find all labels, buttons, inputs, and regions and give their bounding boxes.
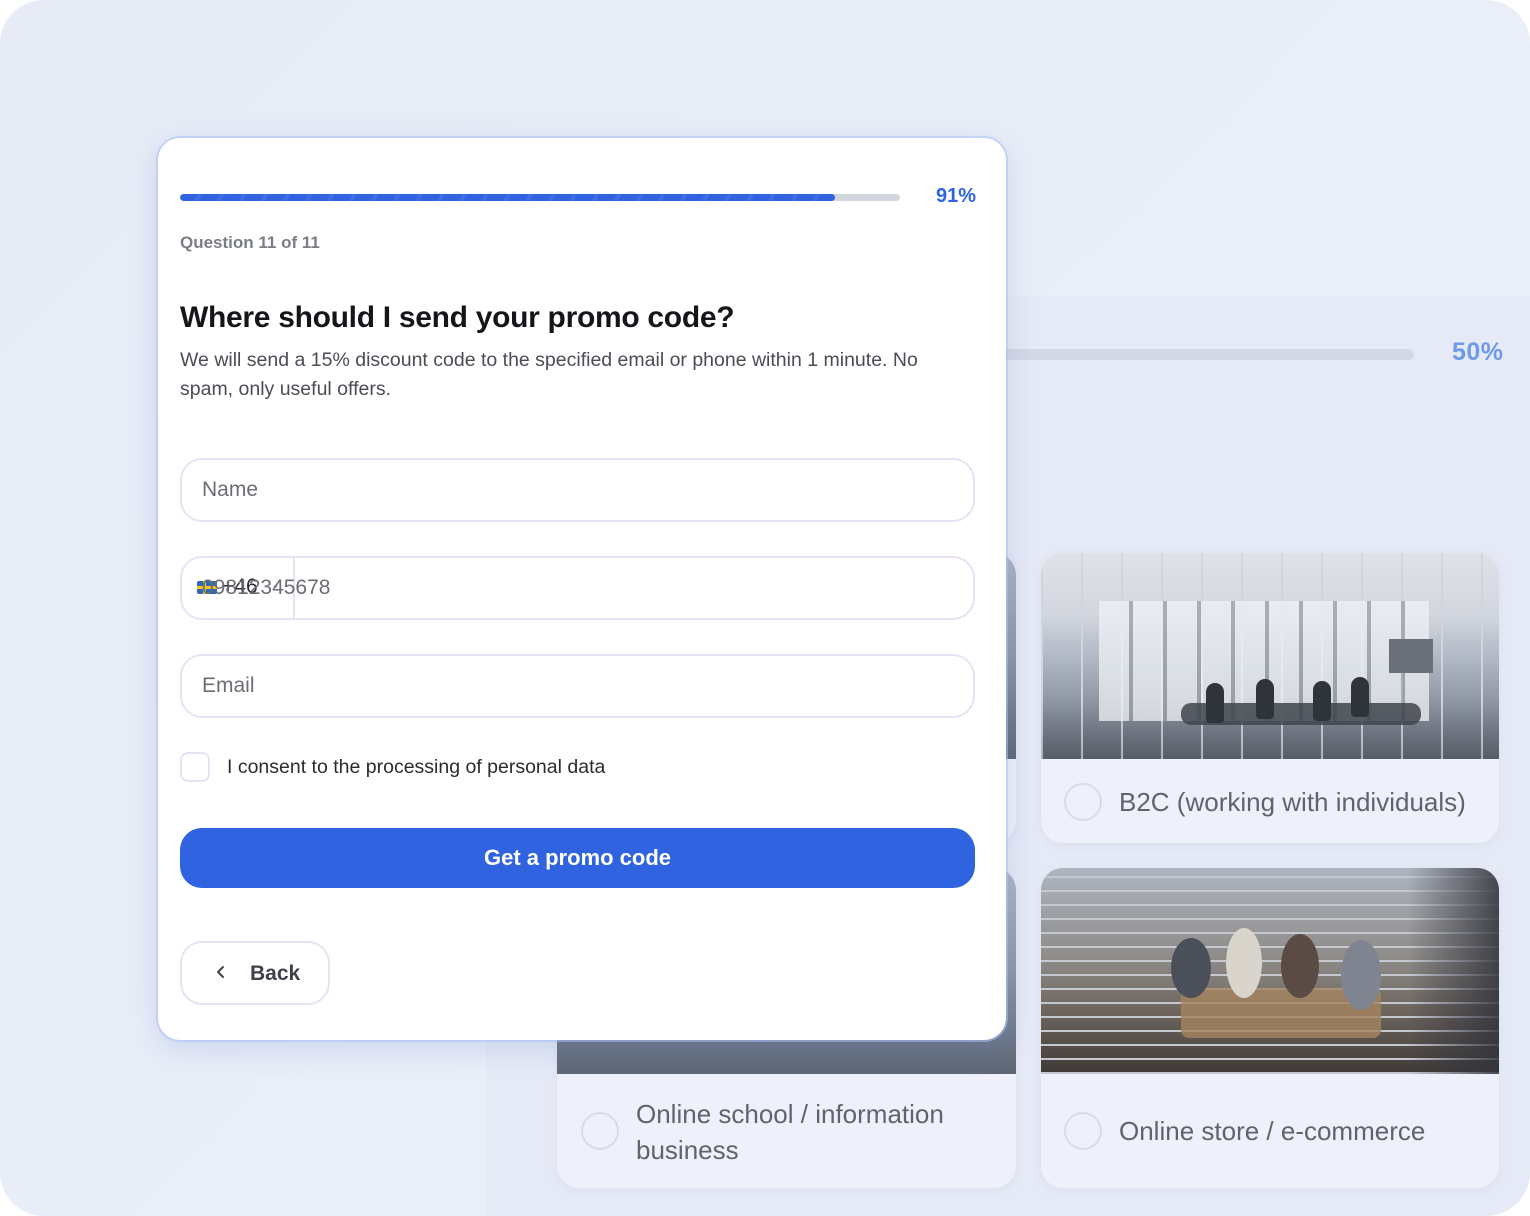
option-card-b2c[interactable]: B2C (working with individuals): [1041, 553, 1499, 843]
email-field: [180, 654, 975, 718]
option-card-online-store[interactable]: Online store / e-commerce: [1041, 868, 1499, 1188]
back-label: Back: [250, 962, 301, 985]
question-counter: Question 11 of 11: [180, 233, 320, 252]
option-label: Online school / information business: [636, 1099, 944, 1165]
option-radio[interactable]: [581, 1112, 619, 1150]
name-input[interactable]: [202, 460, 952, 520]
cafe-team-photo: [1041, 868, 1499, 1074]
progress-bar-fill: [180, 194, 836, 201]
background-progress-percent: 50%: [1452, 338, 1504, 366]
progress-percent: 91%: [935, 185, 976, 207]
option-label: Online store / e-commerce: [1119, 1116, 1426, 1146]
email-input[interactable]: [202, 656, 952, 716]
chevron-left-icon: [217, 966, 224, 978]
option-label: B2C (working with individuals): [1119, 787, 1466, 817]
page-subtitle: We will send a 15% discount code to the …: [180, 349, 918, 400]
name-field: [180, 458, 975, 522]
progress-bar: [180, 194, 900, 201]
option-radio[interactable]: [1064, 1112, 1102, 1150]
phone-field: +46 ⌄: [180, 556, 975, 620]
promo-code-modal: 91% Question 11 of 11 Where should I sen…: [158, 138, 1006, 1040]
option-radio[interactable]: [1064, 783, 1102, 821]
page-background: 50% B2C (working with individuals) Onlin…: [0, 0, 1530, 1216]
phone-input[interactable]: [202, 558, 952, 618]
page-title: Where should I send your promo code?: [180, 301, 735, 334]
office-meeting-room-photo: [1041, 553, 1499, 759]
get-promo-code-button[interactable]: Get a promo code: [180, 828, 975, 888]
background-progress-bar: [990, 349, 1414, 360]
back-button[interactable]: Back: [180, 941, 330, 1005]
consent-checkbox[interactable]: [180, 752, 210, 782]
consent-label[interactable]: I consent to the processing of personal …: [227, 756, 605, 779]
